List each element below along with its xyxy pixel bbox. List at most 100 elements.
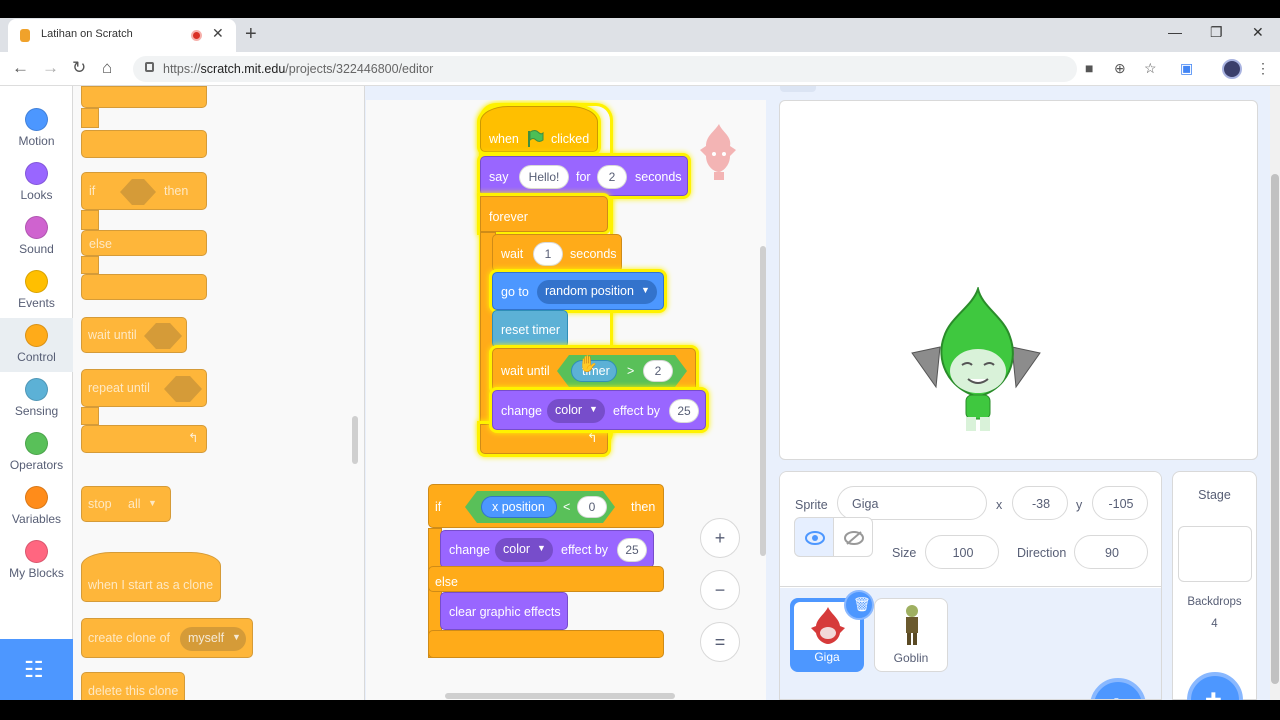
reset-timer-block[interactable]: reset timer [492,310,568,348]
category-label: Looks [20,188,53,202]
address-bar[interactable]: https://scratch.mit.edu/projects/3224468… [133,56,1077,82]
clone-target-dropdown[interactable]: myself ▼ [180,627,246,651]
browser-tab[interactable]: Latihan on Scratch ✕ [8,19,236,52]
camera-icon[interactable]: ■ [1085,60,1093,76]
zoom-reset-button[interactable]: = [700,622,740,662]
palette-block-fragment[interactable] [81,130,207,158]
new-tab-button[interactable]: + [245,23,257,46]
say-text-input[interactable]: Hello! [519,165,569,189]
bookmark-star-icon[interactable]: ☆ [1144,60,1157,77]
delete-sprite-button[interactable]: 🗑 [844,590,874,620]
x-position-reporter[interactable]: x position [481,496,557,518]
restore-icon[interactable]: ❐ [1210,24,1223,41]
translate-icon[interactable]: ▣ [1180,60,1193,77]
if-else-block[interactable]: if x position < 0 then [428,484,664,528]
effect-dropdown[interactable]: color ▼ [547,399,605,423]
goto-target-dropdown[interactable]: random position ▼ [537,280,657,304]
add-extension-button[interactable]: ☷ [0,639,73,700]
effect-dropdown-2[interactable]: color ▼ [495,538,553,562]
palette-start-clone-hat[interactable]: when I start as a clone [81,552,221,602]
block-text: say [489,170,509,184]
block-text: color [555,403,583,417]
clear-graphic-effects-block[interactable]: clear graphic effects [440,592,568,630]
tab-close-icon[interactable]: ✕ [212,25,224,42]
zoom-icon[interactable]: ⊕ [1114,60,1126,77]
y-input[interactable]: -105 [1092,486,1148,520]
stage-thumbnail[interactable] [1178,526,1252,582]
palette-repeat-until-block[interactable]: repeat until [81,369,207,407]
say-seconds-input[interactable]: 2 [597,165,627,189]
profile-avatar[interactable] [1222,59,1242,79]
block-text: else [435,575,458,589]
block-text: seconds [570,247,617,261]
workspace-vertical-scrollbar[interactable] [760,246,766,556]
category-looks[interactable]: Looks [0,156,73,210]
palette-wait-until-block[interactable]: wait until [81,317,187,353]
show-sprite-button[interactable] [794,517,834,557]
choose-backdrop-button[interactable]: ✚ [1187,672,1243,700]
category-motion[interactable]: Motion [0,102,73,156]
stage-canvas[interactable] [779,100,1258,460]
zoom-in-button[interactable]: + [700,518,740,558]
sprite-tile-name: Goblin [893,651,929,665]
x-input[interactable]: -38 [1012,486,1068,520]
giga-sprite-icon [911,287,1041,431]
wait-seconds-input[interactable]: 1 [533,242,563,266]
when-flag-clicked-hat[interactable]: when clicked [480,106,598,152]
lt-value-input[interactable]: 0 [577,496,607,518]
category-operators[interactable]: Operators [0,426,73,480]
palette-create-clone-block[interactable]: create clone of myself ▼ [81,618,253,658]
menu-kebab-icon[interactable]: ⋮ [1256,60,1270,77]
dropdown-arrow-icon: ▼ [589,404,598,414]
stop-option-dropdown[interactable]: all [128,498,141,511]
sprite-tile-goblin[interactable]: Goblin [874,598,948,672]
wait-seconds-block[interactable]: wait 1 seconds [492,234,622,272]
effect-value-input[interactable]: 25 [669,399,699,423]
page-scrollbar-thumb[interactable] [1271,174,1279,684]
workspace-horizontal-scrollbar[interactable] [445,693,675,699]
category-my-blocks[interactable]: My Blocks [0,534,73,588]
category-sound[interactable]: Sound [0,210,73,264]
category-control[interactable]: Control [0,318,73,372]
hide-sprite-button[interactable] [833,517,873,557]
loop-arrow-icon: ↰ [188,431,199,445]
green-flag-icon [528,130,544,147]
palette-block-fragment[interactable] [81,86,207,108]
palette-delete-clone-block[interactable]: delete this clone [81,672,185,700]
page-scrollbar[interactable] [1270,86,1280,700]
go-to-block[interactable]: go to random position ▼ [492,272,664,310]
palette-if-else-block[interactable]: if then [81,172,207,210]
back-arrow-icon[interactable]: ← [12,58,29,78]
block-text: when I start as a clone [88,578,214,592]
window-close-icon[interactable]: ✕ [1252,24,1264,41]
sprite-name-input[interactable]: Giga [837,486,987,520]
zoom-out-button[interactable]: − [700,570,740,610]
change-effect-block[interactable]: change color ▼ effect by 25 [492,390,706,430]
direction-input[interactable]: 90 [1074,535,1148,569]
category-variables[interactable]: Variables [0,480,73,534]
say-for-seconds-block[interactable]: say Hello! for 2 seconds [480,156,688,196]
palette-scrollbar[interactable] [352,416,358,464]
category-events[interactable]: Events [0,264,73,318]
size-input[interactable]: 100 [925,535,999,569]
minimize-icon[interactable]: — [1168,24,1182,40]
reload-icon[interactable]: ↻ [72,58,86,78]
hand-cursor-icon: ✋ [578,356,598,373]
x-label: x [996,498,1003,512]
less-than-operator[interactable]: x position < 0 [465,491,615,523]
gt-value-input[interactable]: 2 [643,360,673,382]
stage-size-buttons[interactable] [780,86,816,92]
home-icon[interactable]: ⌂ [102,58,112,78]
palette-stop-block[interactable]: stop all ▼ [81,486,171,522]
choose-sprite-button[interactable]: ✚ [1090,678,1146,699]
effect-value-input-2[interactable]: 25 [617,538,647,562]
stage-selector[interactable]: Stage Backdrops 4 ✚ [1172,471,1257,700]
block-text: change [449,543,491,557]
block-text: wait until [501,364,550,378]
forever-block[interactable]: forever [480,196,608,232]
block-text: reset timer [501,323,561,337]
forward-arrow-icon[interactable]: → [42,58,59,78]
greater-than-operator[interactable]: timer > 2 [557,355,687,387]
category-sensing[interactable]: Sensing [0,372,73,426]
change-effect-block-2[interactable]: change color ▼ effect by 25 [440,530,654,568]
